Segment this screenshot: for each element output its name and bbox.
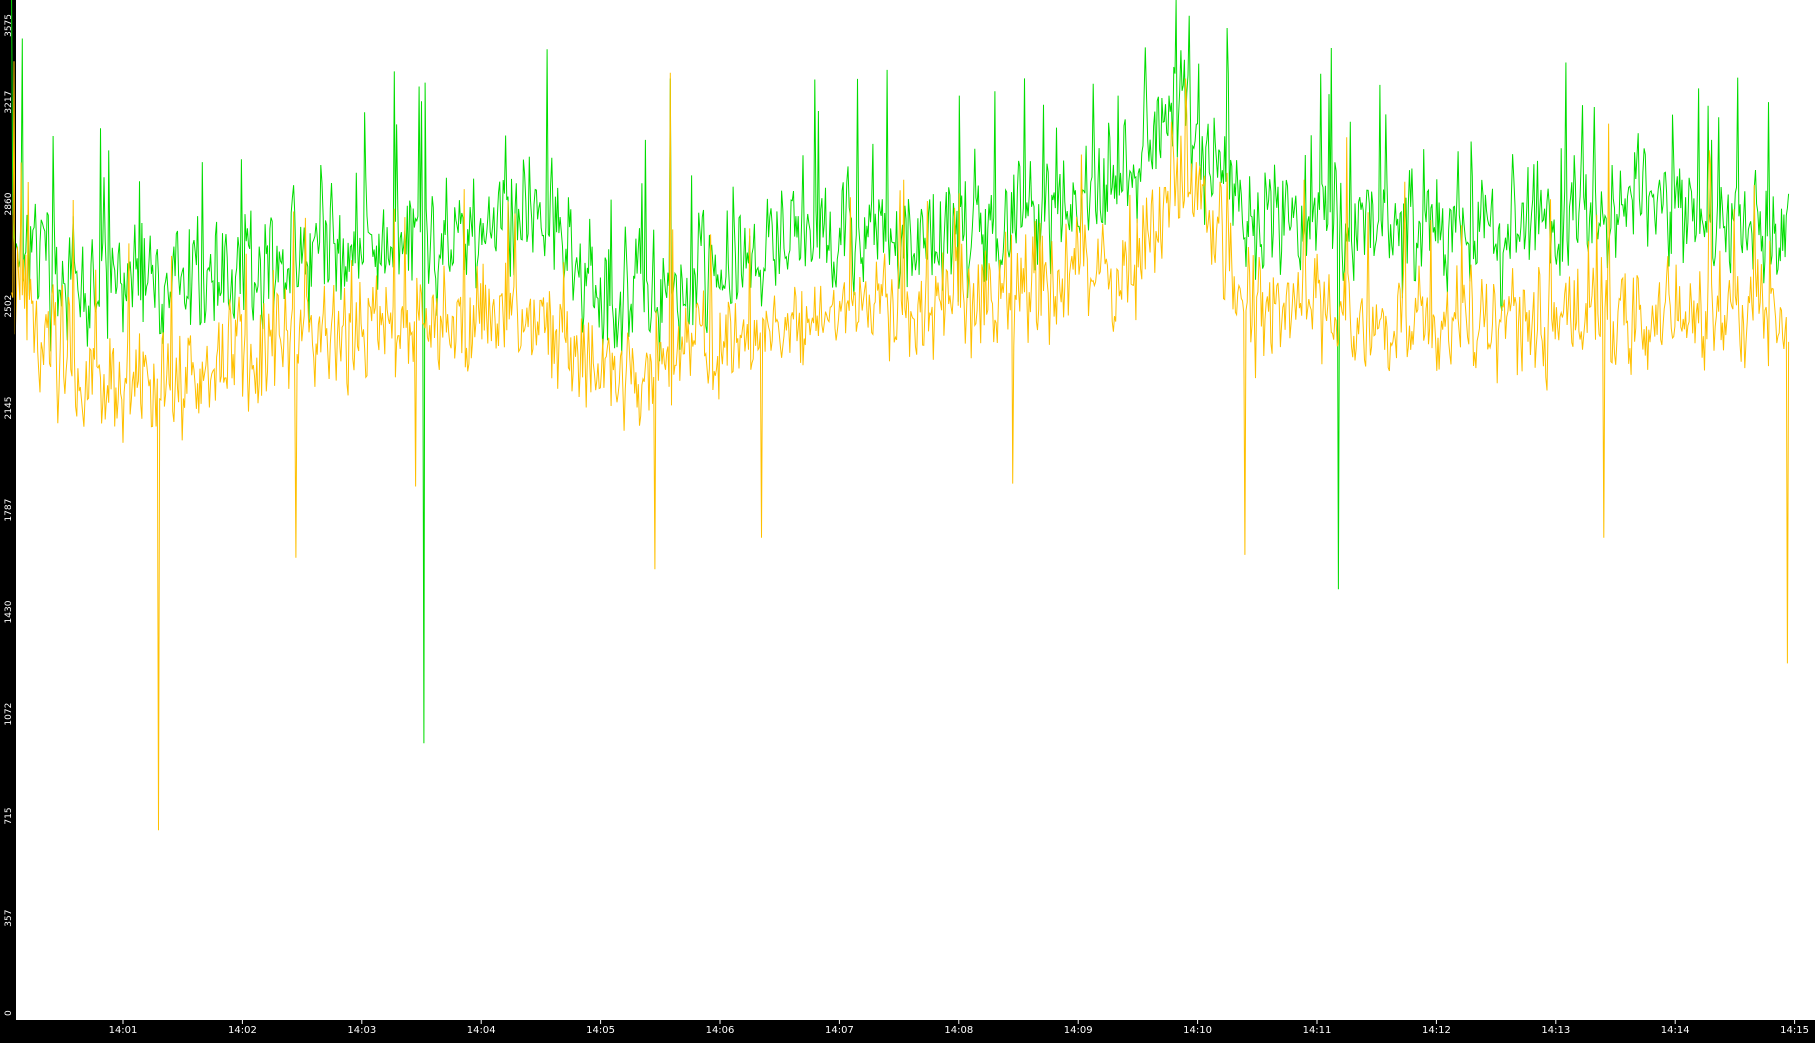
x-tick-label: 14:08 bbox=[944, 1025, 973, 1036]
y-tick-label: 3217 bbox=[4, 91, 14, 114]
x-tick-label: 14:01 bbox=[109, 1025, 138, 1036]
x-tick-label: 14:09 bbox=[1064, 1025, 1093, 1036]
x-tick-label: 14:04 bbox=[467, 1025, 496, 1036]
x-tick-labels: 14:01 14:02 14:03 14:04 14:05 14:06 14:07 14:08… bbox=[109, 1020, 1809, 1036]
x-tick-label: 14:05 bbox=[586, 1025, 615, 1036]
chart-svg: 035771510721430178721452502286032173575 … bbox=[0, 0, 1815, 1039]
x-tick-label: 14:14 bbox=[1661, 1025, 1690, 1036]
y-tick-label: 1072 bbox=[4, 703, 14, 726]
x-tick-label: 14:12 bbox=[1422, 1025, 1451, 1036]
y-tick-label: 715 bbox=[4, 807, 14, 824]
y-tick-label: 3575 bbox=[4, 14, 14, 37]
x-tick-label: 14:07 bbox=[825, 1025, 854, 1036]
y-tick-label: 1787 bbox=[4, 499, 14, 522]
y-tick-label: 2145 bbox=[4, 397, 14, 420]
x-tick-label: 14:11 bbox=[1303, 1025, 1332, 1036]
y-tick-label: 2860 bbox=[4, 192, 14, 215]
y-tick-label: 0 bbox=[4, 1010, 14, 1016]
y-tick-label: 1430 bbox=[4, 600, 14, 623]
y-tick-label: 2502 bbox=[4, 295, 14, 318]
x-tick-label: 14:15 bbox=[1780, 1025, 1809, 1036]
x-tick-label: 14:02 bbox=[228, 1025, 257, 1036]
x-tick-label: 14:13 bbox=[1541, 1025, 1570, 1036]
y-tick-label: 357 bbox=[4, 910, 14, 927]
chart-root: 035771510721430178721452502286032173575 … bbox=[0, 0, 1815, 1039]
x-tick-label: 14:03 bbox=[347, 1025, 376, 1036]
x-tick-label: 14:10 bbox=[1183, 1025, 1212, 1036]
plot-area bbox=[16, 0, 1815, 1020]
x-tick-label: 14:06 bbox=[706, 1025, 735, 1036]
